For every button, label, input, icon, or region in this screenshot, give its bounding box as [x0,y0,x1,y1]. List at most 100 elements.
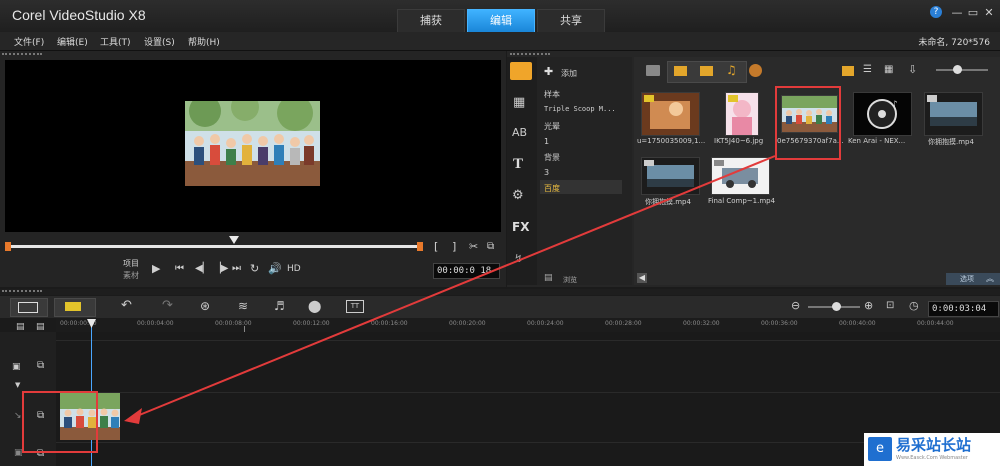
tab-edit[interactable]: 编辑 [467,9,535,32]
add-icon[interactable]: ✚ [544,65,553,78]
category-item[interactable]: Triple Scoop M... [544,105,624,113]
tab-capture[interactable]: 捕获 [397,9,465,32]
category-item-selected[interactable]: 百度 [544,183,624,194]
filter-fx-icon[interactable]: FX [512,220,529,234]
ruler-tick-label: 00:00:44:00 [917,320,954,327]
minimize-button[interactable]: — [950,6,964,20]
music-filter-icon[interactable]: ♫ [726,63,737,77]
category-item[interactable]: 背景 [544,152,624,163]
zoom-out-icon[interactable]: ⊖ [791,299,800,312]
library-thumb-label: Ken Arai - NEX... [848,137,906,145]
app-title: Corel VideoStudio X8 [12,7,146,23]
list-view-icon[interactable]: ☰ [863,64,872,75]
watermark-title: 易采站长站 [896,436,972,454]
web-filter-icon[interactable] [749,64,762,77]
zoom-in-icon[interactable]: ⊕ [864,299,873,312]
mark-in-button[interactable]: [ [434,240,438,253]
highlight-box-timeline [22,391,98,453]
options-button[interactable]: 选项 [960,274,974,284]
library-thumb-video[interactable] [641,157,700,195]
media-library-icon[interactable] [510,62,532,80]
panel-grip[interactable] [2,53,42,58]
motion-tracking-icon[interactable]: ⬤ [308,299,321,313]
library-thumb-video[interactable] [924,92,983,136]
video-track-toggle-icon[interactable]: ⧉ [37,360,44,371]
thumb-size-handle[interactable] [953,65,962,74]
timeline-timecode[interactable]: 0:00:03:04 [928,301,999,317]
mark-out-button[interactable]: ] [452,240,456,253]
path-icon[interactable]: ↯ [514,252,523,265]
category-item[interactable]: 3 [544,168,624,177]
prev-frame-icon[interactable]: ◀▏ [195,263,210,274]
track-collapse-icon[interactable]: ▼ [15,381,20,389]
auto-music-icon[interactable]: ♬ [274,299,285,313]
chapter-icon[interactable]: ▤ [36,322,45,332]
scissors-icon[interactable]: ✂ [469,240,478,253]
sort-icon[interactable]: ▦ [884,64,893,75]
category-item[interactable]: 样本 [544,89,624,100]
close-button[interactable]: ✕ [982,6,996,20]
library-thumb-photo[interactable] [725,92,759,136]
menu-tools[interactable]: 工具(T) [100,35,131,48]
subtitle-editor-icon[interactable]: TT [346,300,364,313]
menu-settings[interactable]: 设置(S) [144,35,175,48]
video-filter-icon[interactable] [674,66,687,76]
volume-icon[interactable]: 🔊 [268,262,282,275]
undo-icon[interactable]: ↶ [121,298,132,313]
watermark-subtitle: Www.Easck.Com Webmaster [896,455,968,461]
library-thumb-video[interactable] [641,92,700,136]
instant-project-icon[interactable]: ▦ [513,95,525,110]
thumb-size-slider[interactable] [936,69,988,71]
trim-start-marker[interactable] [5,242,11,251]
menu-file[interactable]: 文件(F) [14,35,44,48]
fit-project-icon[interactable]: ⊡ [886,300,894,311]
mode-project[interactable]: 项目 [123,258,139,269]
overlay-track-icon[interactable]: ↘ [14,411,22,421]
library-collapse-icon[interactable]: ◀ [637,273,647,283]
thumbnail-view-icon[interactable] [842,66,854,76]
library-thumb-label: 你拥抱摸.mp4 [928,138,974,146]
tab-share[interactable]: 共享 [537,9,605,32]
sound-mixer-icon[interactable]: ≋ [238,299,248,313]
import-icon[interactable]: ⇩ [908,63,917,76]
trim-end-marker[interactable] [417,242,423,251]
browse-button[interactable]: 浏览 [563,275,577,285]
options-chevron-icon[interactable]: ︽ [986,273,994,284]
library-thumb-audio[interactable]: ♪ [853,92,912,136]
hd-toggle[interactable]: HD [287,264,301,274]
repeat-icon[interactable]: ↻ [250,262,259,275]
play-icon[interactable]: ▶ [152,262,160,275]
splitter[interactable] [0,289,1000,295]
enlarge-icon[interactable]: ⧉ [487,241,494,252]
zoom-slider-handle[interactable] [832,302,841,311]
video-track-icon[interactable]: ▣ [12,362,21,372]
track-manager-icon[interactable]: ▤ [16,322,25,332]
mode-clip[interactable]: 素材 [123,270,139,281]
menu-help[interactable]: 帮助(H) [188,35,220,48]
project-info: 未命名, 720*576 [918,38,990,48]
category-item[interactable]: 光晕 [544,121,624,132]
redo-icon[interactable]: ↷ [162,298,173,313]
menu-edit[interactable]: 编辑(E) [57,35,88,48]
next-frame-icon[interactable]: ▕▶ [213,263,228,274]
browse-icon[interactable]: ▤ [544,273,553,283]
end-icon[interactable]: ⏭ [232,263,241,274]
photo-filter-icon[interactable] [700,66,713,76]
title-icon[interactable]: T [513,156,523,173]
help-icon[interactable]: ? [930,6,942,18]
graphic-icon[interactable]: ⚙ [512,188,524,203]
home-icon[interactable]: ⏮ [175,263,184,274]
folder-icon[interactable] [646,65,660,76]
scrubber-track[interactable] [8,245,420,248]
add-category-button[interactable]: 添加 [561,68,577,79]
track-divider [0,392,1000,393]
timeline-grip[interactable] [2,290,42,295]
category-item[interactable]: 1 [544,137,624,146]
maximize-button[interactable]: ▭ [966,6,980,20]
scrubber-handle[interactable] [229,236,239,244]
transition-icon[interactable]: AB [512,126,527,139]
preview-timecode[interactable]: 00:00:0 18 [433,263,500,279]
record-capture-icon[interactable]: ⊛ [200,299,210,313]
library-thumb-video[interactable] [711,157,770,195]
playhead-handle[interactable] [87,319,96,328]
